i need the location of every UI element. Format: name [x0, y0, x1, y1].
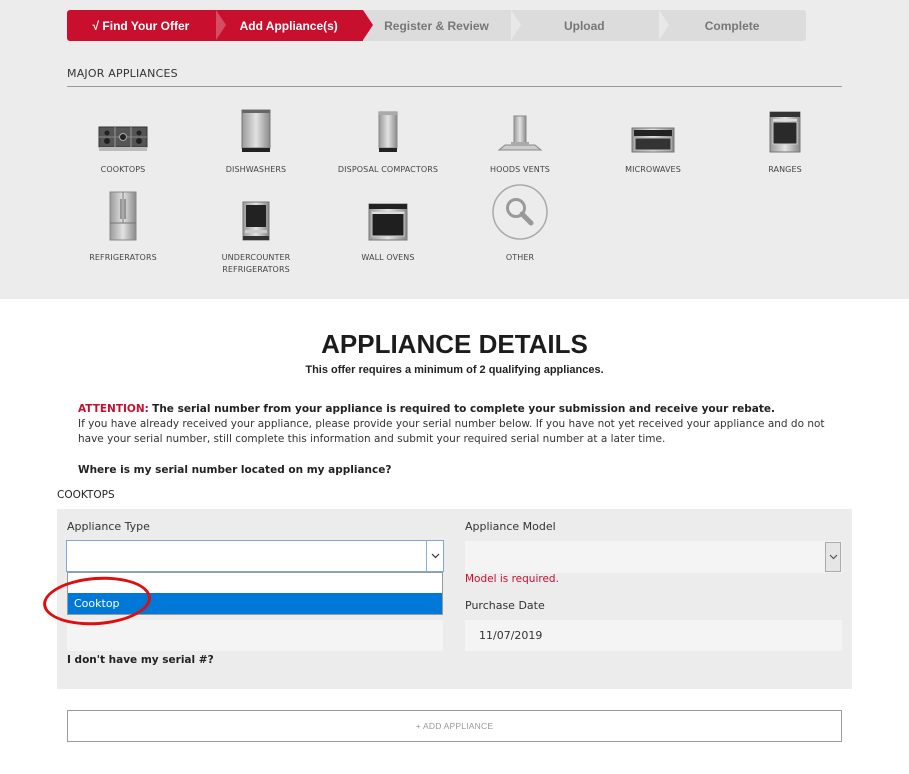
section-divider [67, 86, 842, 87]
appliance-model-label: Appliance Model [465, 520, 556, 533]
step-chevron [215, 10, 226, 40]
step-upload: Upload [510, 10, 660, 41]
appliance-type-label: Appliance Type [67, 520, 150, 533]
appliance-label: REFRIGERATORS [89, 253, 157, 262]
appliance-label: HOODS VENTS [490, 165, 550, 174]
appliance-ranges[interactable]: RANGES [720, 103, 850, 176]
appliance-microwaves[interactable]: MICROWAVES [588, 103, 718, 176]
dropdown-toggle[interactable] [825, 542, 841, 572]
dishwasher-icon [241, 109, 271, 152]
refrigerator-icon [109, 191, 137, 241]
step-label: √ Find Your Offer [92, 18, 190, 33]
appliance-label: DISPOSAL COMPACTORS [337, 165, 439, 174]
step-label: Upload [563, 18, 605, 33]
appliance-label: UNDERCOUNTER REFRIGERATORS [221, 253, 291, 274]
appliance-label: COOKTOPS [100, 165, 146, 174]
purchase-date-input[interactable]: 11/07/2019 [465, 620, 842, 651]
chevron-down-icon [431, 553, 439, 559]
range-icon [769, 111, 801, 153]
attention-body: If you have already received your applia… [78, 418, 825, 445]
appliance-dishwashers[interactable]: DISHWASHERS [191, 103, 321, 176]
appliance-model-select[interactable] [465, 541, 842, 573]
option-cooktop[interactable]: Cooktop [68, 593, 442, 614]
appliance-hoods-vents[interactable]: HOODS VENTS [455, 103, 585, 176]
serial-number-input[interactable] [67, 620, 443, 651]
active-step-arrow [362, 10, 373, 40]
hood-icon [497, 115, 543, 151]
appliance-undercounter-refrigerators[interactable]: UNDERCOUNTER REFRIGERATORS [191, 191, 321, 276]
appliance-cooktops[interactable]: COOKTOPS [58, 103, 188, 176]
step-register-review: Register & Review [362, 10, 512, 41]
model-error-message: Model is required. [465, 573, 559, 585]
step-find-your-offer[interactable]: √ Find Your Offer [67, 10, 216, 41]
dropdown-toggle[interactable] [426, 541, 443, 571]
major-appliances-heading: MAJOR APPLIANCES [67, 67, 178, 80]
microwave-icon [631, 127, 675, 153]
undercounter-refrigerator-icon [242, 201, 270, 241]
appliance-category-label: COOKTOPS [57, 489, 115, 501]
appliance-label: RANGES [768, 165, 802, 174]
appliance-label: WALL OVENS [361, 253, 415, 262]
progress-stepper: √ Find Your Offer Add Appliance(s) Regis… [67, 10, 806, 41]
page-subtitle: This offer requires a minimum of 2 quali… [305, 364, 604, 376]
add-appliance-button[interactable]: + ADD APPLIANCE [67, 710, 842, 742]
page-title: APPLIANCE DETAILS [321, 329, 588, 359]
step-chevron [659, 10, 670, 40]
appliance-wall-ovens[interactable]: WALL OVENS [323, 191, 453, 264]
attention-strong-text: The serial number from your appliance is… [152, 403, 775, 415]
appliance-refrigerators[interactable]: REFRIGERATORS [58, 191, 188, 264]
serial-location-link[interactable]: Where is my serial number located on my … [78, 464, 391, 476]
attention-label: ATTENTION: [78, 403, 149, 415]
step-add-appliances[interactable]: Add Appliance(s) [214, 10, 373, 41]
step-chevron [511, 10, 522, 40]
step-label: Add Appliance(s) [239, 18, 338, 33]
appliance-other[interactable]: OTHER [455, 184, 585, 264]
appliance-label: MICROWAVES [625, 165, 681, 174]
chevron-down-icon [829, 554, 837, 560]
step-complete: Complete [658, 10, 806, 41]
step-label: Register & Review [384, 18, 489, 33]
search-icon [492, 184, 548, 240]
option-blank[interactable] [68, 573, 442, 593]
appliance-label: DISHWASHERS [225, 165, 287, 174]
purchase-date-label: Purchase Date [465, 599, 545, 612]
compactor-icon [378, 111, 398, 152]
wall-oven-icon [368, 203, 408, 241]
attention-notice: ATTENTION: The serial number from your a… [78, 402, 838, 447]
no-serial-link[interactable]: I don't have my serial #? [67, 654, 214, 666]
step-label: Complete [704, 18, 760, 33]
appliance-type-options: Cooktop [67, 572, 443, 615]
appliance-type-select[interactable] [66, 540, 444, 572]
appliance-disposal-compactors[interactable]: DISPOSAL COMPACTORS [323, 103, 453, 176]
appliance-label: OTHER [505, 253, 535, 262]
cooktop-icon [98, 126, 148, 151]
